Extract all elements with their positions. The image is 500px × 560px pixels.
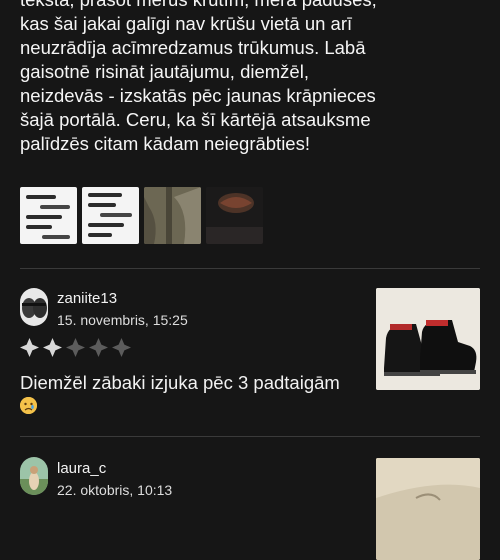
star-rating [20,338,131,357]
comment-username[interactable]: laura_c [57,460,106,477]
comment-product-photo[interactable] [376,288,480,390]
star-filled-icon [43,338,62,357]
divider [20,268,480,269]
comment-product-photo[interactable] [376,458,480,560]
star-empty-icon [66,338,85,357]
user-avatar-image [20,288,48,326]
comment-username[interactable]: zaniite13 [57,290,117,307]
review-photo-3[interactable] [144,187,201,244]
review-photo-1[interactable] [20,187,77,244]
divider [20,436,480,437]
avatar[interactable] [20,457,48,495]
jacket-embroidery-image [206,187,263,244]
comment-text: Diemžēl zābaki izjuka pēc 3 padtaigām [20,372,340,393]
star-empty-icon [112,338,131,357]
review-photo-4[interactable] [206,187,263,244]
review-text: teksta, prasot mērus krūtīm, mēra paduše… [20,0,377,154]
jacket-photo-image [144,187,201,244]
star-empty-icon [89,338,108,357]
star-filled-icon [20,338,39,357]
review-photo-2[interactable] [82,187,139,244]
crying-face-emoji-icon [20,397,37,414]
item-photo-image [376,458,480,560]
user-avatar-image [20,457,48,495]
review-photos [20,187,263,244]
comment-date: 22. oktobris, 10:13 [57,482,173,498]
avatar[interactable] [20,288,48,326]
comment-date: 15. novembris, 15:25 [57,312,188,328]
boots-photo-image [376,288,480,390]
